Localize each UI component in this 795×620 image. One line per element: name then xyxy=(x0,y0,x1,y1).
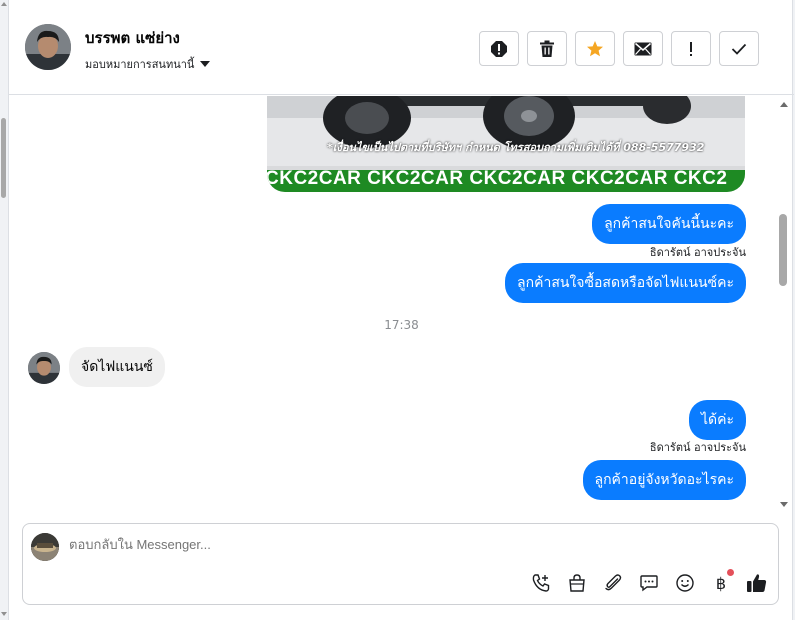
sender-name: ธิดารัตน์ อาจประจัน xyxy=(649,441,746,454)
exclamation-icon xyxy=(690,41,692,56)
emoji-button[interactable] xyxy=(674,572,696,594)
envelope-icon xyxy=(634,42,652,55)
page-scrollbar[interactable] xyxy=(0,0,8,620)
image-banner: CKC2CAR CKC2CAR CKC2CAR CKC2CAR CKC2 xyxy=(267,168,728,189)
reply-composer: ฿ xyxy=(22,523,779,605)
outgoing-message[interactable]: ลูกค้าสนใจคันนี้นะคะ xyxy=(592,204,746,244)
header-actions xyxy=(479,31,759,66)
payment-icon: ฿ xyxy=(715,573,727,593)
assign-label: มอบหมายการสนทนานี้ xyxy=(85,58,195,71)
attachment-icon xyxy=(605,574,622,591)
delete-button[interactable] xyxy=(527,31,567,66)
like-icon xyxy=(747,574,767,592)
star-button[interactable] xyxy=(575,31,615,66)
trash-icon xyxy=(540,40,554,57)
composer-toolbar: ฿ xyxy=(530,569,768,594)
shop-button[interactable] xyxy=(566,572,588,594)
thread-scroll-up-arrow[interactable] xyxy=(780,102,788,107)
attach-button[interactable] xyxy=(602,572,624,594)
payment-button[interactable]: ฿ xyxy=(710,569,734,594)
shopping-bag-icon xyxy=(569,574,585,592)
like-button[interactable] xyxy=(746,572,768,594)
reply-input[interactable] xyxy=(69,537,729,552)
incoming-message[interactable]: จัดไฟแนนซ์ xyxy=(69,347,165,387)
star-icon xyxy=(587,40,603,56)
thread-scroll-thumb[interactable] xyxy=(779,214,787,286)
add-call-button[interactable] xyxy=(530,572,552,594)
contact-avatar[interactable] xyxy=(25,24,71,70)
caret-down-icon xyxy=(200,61,211,67)
assign-conversation-dropdown[interactable]: มอบหมายการสนทนานี้ xyxy=(85,55,211,73)
emoji-icon xyxy=(676,574,694,592)
scroll-up-arrow[interactable] xyxy=(1,2,7,6)
sender-name: ธิดารัตน์ อาจประจัน xyxy=(649,246,746,259)
mark-unread-button[interactable] xyxy=(623,31,663,66)
outgoing-message[interactable]: ลูกค้าสนใจซื้อสดหรือจัดไฟแนนซ์คะ xyxy=(505,263,746,303)
conversation-panel: บรรพต แซ่ย่าง มอบหมายการสนทนานี้ *เงื่อน… xyxy=(8,0,794,620)
spam-button[interactable] xyxy=(479,31,519,66)
follow-up-button[interactable] xyxy=(671,31,711,66)
add-call-icon xyxy=(532,574,550,592)
car-image-attachment[interactable]: *เงื่อนไขเป็นไปตามที่บริษัทฯ กำหนด โทรสอ… xyxy=(267,96,745,192)
page-avatar xyxy=(31,533,59,561)
saved-replies-button[interactable] xyxy=(638,572,660,594)
conversation-header: บรรพต แซ่ย่าง มอบหมายการสนทนานี้ xyxy=(9,0,794,95)
message-thread[interactable]: *เงื่อนไขเป็นไปตามที่บริษัทฯ กำหนด โทรสอ… xyxy=(9,96,794,510)
contact-avatar-small[interactable] xyxy=(28,352,60,384)
page-scroll-thumb[interactable] xyxy=(1,118,6,198)
mark-done-button[interactable] xyxy=(719,31,759,66)
outgoing-message[interactable]: ได้ค่ะ xyxy=(688,400,746,440)
scroll-down-arrow[interactable] xyxy=(1,612,7,616)
thread-scroll-down-arrow[interactable] xyxy=(780,502,788,507)
notification-dot xyxy=(727,569,734,576)
thread-scrollbar[interactable] xyxy=(777,96,789,510)
outgoing-message[interactable]: ลูกค้าอยู่จังหวัดอะไรคะ xyxy=(582,460,746,500)
contact-name[interactable]: บรรพต แซ่ย่าง xyxy=(85,26,180,50)
saved-reply-icon xyxy=(640,575,658,592)
check-icon xyxy=(731,43,747,55)
exclamation-circle-icon xyxy=(491,40,507,57)
timestamp-divider: 17:38 xyxy=(384,318,419,332)
image-caption: *เงื่อนไขเป็นไปตามที่บริษัทฯ กำหนด โทรสอ… xyxy=(327,141,705,154)
